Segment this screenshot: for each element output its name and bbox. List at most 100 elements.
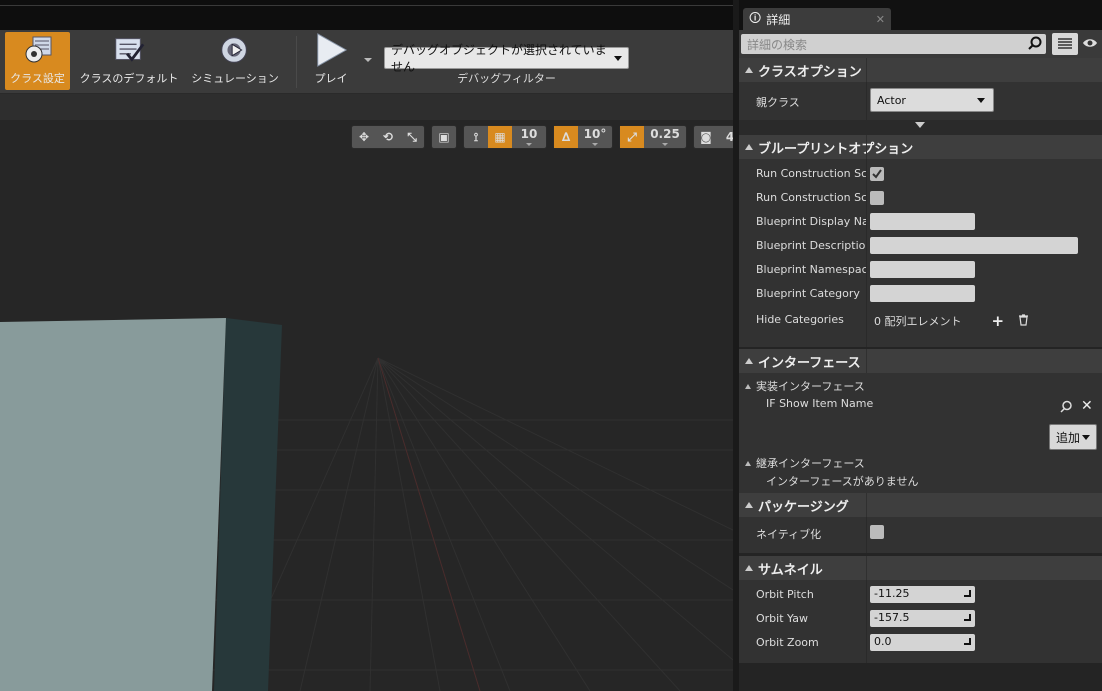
top-strip <box>0 0 733 30</box>
category-label: Blueprint Category <box>756 287 860 300</box>
blueprint-editor: クラス設定 クラスのデフォルト シミュレーション プレイ デバッグオブジェクトが… <box>0 0 1102 691</box>
run-construction-sequencer-label: Run Construction Script in Sequencer <box>756 191 866 204</box>
camera-icon[interactable]: ◙ <box>694 126 718 148</box>
browse-icon[interactable] <box>1060 400 1073 416</box>
parent-class-label: 親クラス <box>756 96 800 109</box>
scale-icon[interactable]: ⤡ <box>400 126 424 148</box>
run-construction-drag-row: Run Construction Script on Drag <box>739 162 1102 186</box>
play-options-dropdown[interactable] <box>364 58 372 62</box>
trash-icon[interactable] <box>1018 313 1029 329</box>
section-packaging[interactable]: パッケージング <box>739 493 1102 517</box>
viewport-tools: ✥ ⟲ ⤡ ▣ ⟟ ▦ 10 ∆ 10° ⤢ 0.25 ◙ 4 <box>351 125 733 149</box>
section-thumbnail-title: サムネイル <box>758 562 823 578</box>
eye-icon[interactable] <box>1082 37 1098 52</box>
details-search-input[interactable]: 詳細の検索 <box>741 34 1046 54</box>
rotate-icon[interactable]: ⟲ <box>376 126 400 148</box>
display-name-row: Blueprint Display Name <box>739 210 1102 234</box>
run-construction-sequencer-checkbox[interactable] <box>870 191 884 205</box>
namespace-label: Blueprint Namespace <box>756 263 866 276</box>
section-interfaces[interactable]: インターフェース <box>739 349 1102 373</box>
play-label: プレイ <box>314 72 348 85</box>
coordinate-space-group: ▣ <box>431 125 457 149</box>
orbit-zoom-label: Orbit Zoom <box>756 636 819 649</box>
rotation-snap-text: 10° <box>583 126 607 141</box>
parent-class-value: Actor <box>877 93 906 107</box>
viewport[interactable]: ✥ ⟲ ⤡ ▣ ⟟ ▦ 10 ∆ 10° ⤢ 0.25 ◙ 4 <box>0 120 733 691</box>
display-name-label: Blueprint Display Name <box>756 215 866 228</box>
blueprint-options-body: Run Construction Script on Drag Run Cons… <box>739 159 1102 347</box>
implemented-interfaces-header[interactable]: 実装インターフェース <box>745 378 865 394</box>
parent-class-row: 親クラス Actor <box>739 88 1102 113</box>
scale-snap-text: 0.25 <box>650 126 680 141</box>
rotation-snap-group: ∆ 10° <box>553 125 613 149</box>
inherited-interfaces-header[interactable]: 継承インターフェース <box>745 455 865 471</box>
remove-interface-icon[interactable]: ✕ <box>1081 398 1093 414</box>
parent-class-dropdown[interactable]: Actor <box>870 88 994 112</box>
packaging-body: ネイティブ化 <box>739 517 1102 553</box>
close-icon[interactable]: ✕ <box>876 13 885 26</box>
transform-mode-group: ✥ ⟲ ⤡ <box>351 125 425 149</box>
details-tab-row: 🛈 詳細 ✕ <box>739 0 1102 30</box>
orbit-yaw-value: -157.5 <box>874 611 910 624</box>
section-class-options[interactable]: クラスオプション <box>739 58 1102 82</box>
debug-object-select[interactable]: デバッグオブジェクトが選択されていません <box>384 43 629 74</box>
nativize-row: ネイティブ化 <box>739 521 1102 545</box>
scale-snap-value[interactable]: 0.25 <box>644 126 686 148</box>
section-blueprint-options-title: ブループリントオプション <box>758 141 914 157</box>
search-icon <box>1028 36 1042 53</box>
cube-icon[interactable]: ▣ <box>432 126 456 148</box>
viewport-scene <box>0 318 733 691</box>
view-options-button[interactable] <box>1052 33 1078 55</box>
search-placeholder: 詳細の検索 <box>747 38 808 52</box>
rotation-snap-value[interactable]: 10° <box>578 126 612 148</box>
section-blueprint-options[interactable]: ブループリントオプション <box>739 135 1102 159</box>
class-defaults-button[interactable]: クラスのデフォルト <box>78 32 180 90</box>
inherited-interfaces-title: 継承インターフェース <box>756 457 865 470</box>
spin-handle-icon <box>964 638 971 645</box>
list-icon <box>1058 38 1072 49</box>
namespace-input[interactable] <box>870 261 975 278</box>
chevron-down-icon <box>977 97 985 103</box>
simulation-label: シミュレーション <box>191 72 279 85</box>
plus-icon[interactable]: + <box>992 314 1005 329</box>
class-settings-label: クラス設定 <box>10 72 65 85</box>
class-settings-button[interactable]: クラス設定 <box>5 32 70 90</box>
no-interfaces-text: インターフェースがありません <box>766 475 919 488</box>
description-label: Blueprint Description <box>756 239 866 252</box>
hide-categories-value: 0 配列エレメント <box>874 315 962 328</box>
spin-handle-icon <box>964 614 971 621</box>
orbit-zoom-input[interactable]: 0.0 <box>870 634 975 651</box>
details-search-row: 詳細の検索 <box>739 30 1102 58</box>
grid-snap-value[interactable]: 10 <box>512 126 546 148</box>
grid-snap-group: ⟟ ▦ 10 <box>463 125 547 149</box>
nativize-checkbox[interactable] <box>870 525 884 539</box>
angle-icon[interactable]: ∆ <box>554 126 578 148</box>
orbit-yaw-input[interactable]: -157.5 <box>870 610 975 627</box>
camera-speed-value[interactable]: 4 <box>718 126 733 148</box>
translate-icon[interactable]: ✥ <box>352 126 376 148</box>
editor-main: クラス設定 クラスのデフォルト シミュレーション プレイ デバッグオブジェクトが… <box>0 0 733 691</box>
play-button[interactable]: プレイ <box>305 32 357 90</box>
description-input[interactable] <box>870 237 1078 254</box>
tab-details[interactable]: 🛈 詳細 ✕ <box>743 8 891 30</box>
section-thumbnail[interactable]: サムネイル <box>739 556 1102 580</box>
orbit-pitch-row: Orbit Pitch -11.25 <box>739 583 1102 607</box>
hide-categories-row: Hide Categories 0 配列エレメント + <box>739 308 1102 332</box>
simulation-button[interactable]: シミュレーション <box>188 32 282 90</box>
add-interface-button[interactable]: 追加 <box>1049 424 1097 450</box>
grid-icon[interactable]: ▦ <box>488 126 512 148</box>
expand-advanced-icon[interactable] <box>915 122 925 128</box>
orbit-pitch-input[interactable]: -11.25 <box>870 586 975 603</box>
class-defaults-label: クラスのデフォルト <box>79 72 179 85</box>
surface-snap-icon[interactable]: ⟟ <box>464 126 488 148</box>
display-name-input[interactable] <box>870 213 975 230</box>
category-row: Blueprint Category <box>739 282 1102 306</box>
category-input[interactable] <box>870 285 975 302</box>
tab-details-label: 詳細 <box>766 12 791 27</box>
scale-snap-icon[interactable]: ⤢ <box>620 126 644 148</box>
checklist-icon <box>112 33 146 67</box>
orbit-pitch-label: Orbit Pitch <box>756 588 814 601</box>
section-packaging-title: パッケージング <box>758 499 849 515</box>
interface-item-label: IF Show Item Name <box>766 397 874 410</box>
run-construction-drag-checkbox[interactable] <box>870 167 884 181</box>
